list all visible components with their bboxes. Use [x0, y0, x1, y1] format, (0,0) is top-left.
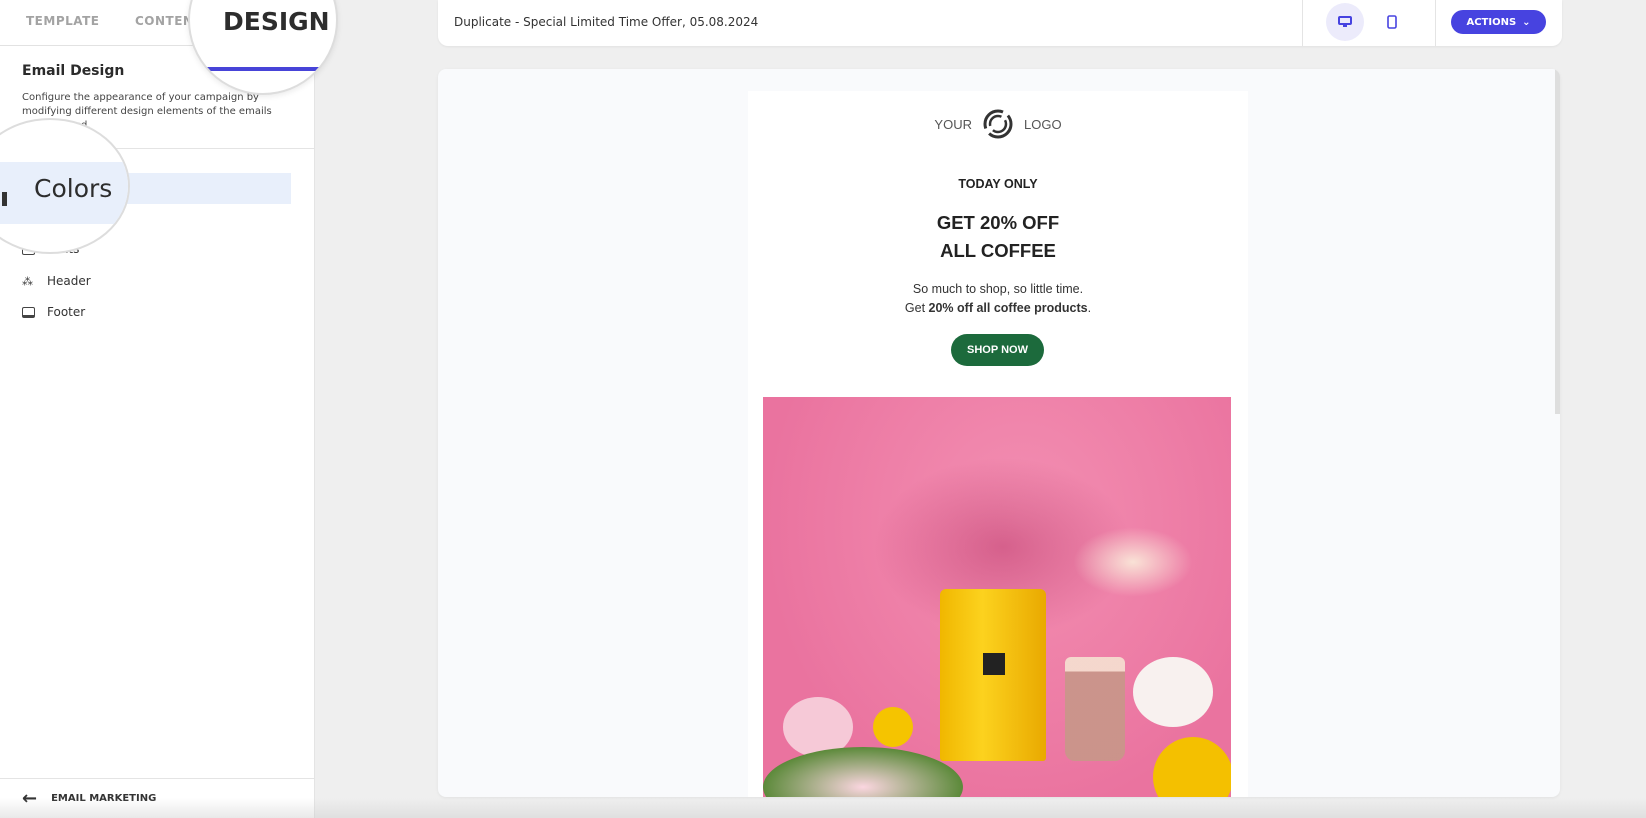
- desktop-icon: [1338, 16, 1352, 27]
- section-title: Email Design: [22, 63, 125, 79]
- desktop-view-button[interactable]: [1326, 3, 1364, 41]
- divider: [1302, 0, 1303, 46]
- headline-line-1: GET 20% OFF: [936, 212, 1060, 233]
- logo-text-left: YOUR: [934, 116, 972, 132]
- tab-design-label: DESIGN: [223, 7, 330, 36]
- active-tab-indicator: [204, 67, 326, 71]
- body-line-1: So much to shop, so little time.: [912, 282, 1084, 296]
- chevron-down-icon: ⌄: [1522, 16, 1531, 28]
- email-logo: YOUR LOGO: [748, 107, 1248, 141]
- eyebrow-text: TODAY ONLY: [958, 177, 1038, 191]
- footer-icon: [22, 306, 35, 318]
- logo-icon: [983, 109, 1013, 139]
- sidebar-item-header[interactable]: ⁂ Header: [22, 274, 91, 288]
- logo-text-right: LOGO: [1023, 116, 1062, 132]
- tab-design[interactable]: DESIGN: [188, 0, 338, 95]
- actions-label: ACTIONS: [1466, 16, 1517, 28]
- coffee-bag: [940, 589, 1046, 761]
- shop-now-button[interactable]: SHOP NOW: [951, 334, 1044, 366]
- tab-template[interactable]: TEMPLATE: [26, 14, 100, 28]
- sidebar: TEMPLATE CONTEN DESIGN Email Design Conf…: [0, 0, 338, 818]
- actions-button[interactable]: ACTIONS ⌄: [1451, 10, 1546, 34]
- body-line-2: Get 20% off all coffee products.: [904, 301, 1092, 315]
- email-preview: YOUR LOGO TODAY ONLY GET 20% OFF ALL COF…: [438, 69, 1560, 797]
- mobile-icon: [1387, 15, 1397, 29]
- magnifier-colors: Colors: [0, 118, 130, 254]
- preview-scrollbar[interactable]: [1555, 69, 1560, 414]
- headline-line-2: ALL COFFEE: [940, 240, 1056, 261]
- campaign-title: Duplicate - Special Limited Time Offer, …: [454, 15, 759, 29]
- hero-image: [763, 397, 1231, 797]
- sidebar-item-label: Footer: [47, 305, 86, 319]
- bottom-shade: [0, 798, 1646, 818]
- top-bar: Duplicate - Special Limited Time Offer, …: [438, 0, 1562, 46]
- palette-icon: [2, 192, 10, 206]
- email-body: YOUR LOGO TODAY ONLY GET 20% OFF ALL COF…: [748, 91, 1248, 797]
- tab-content[interactable]: CONTEN: [135, 14, 193, 28]
- mobile-view-button[interactable]: [1373, 3, 1411, 41]
- sidebar-item-footer[interactable]: Footer: [22, 305, 85, 319]
- shapes-icon: ⁂: [22, 274, 33, 288]
- sidebar-item-label: Colors: [34, 174, 113, 203]
- sidebar-item-label: Header: [47, 274, 91, 288]
- coffee-cup: [1065, 657, 1125, 761]
- divider: [1435, 0, 1436, 46]
